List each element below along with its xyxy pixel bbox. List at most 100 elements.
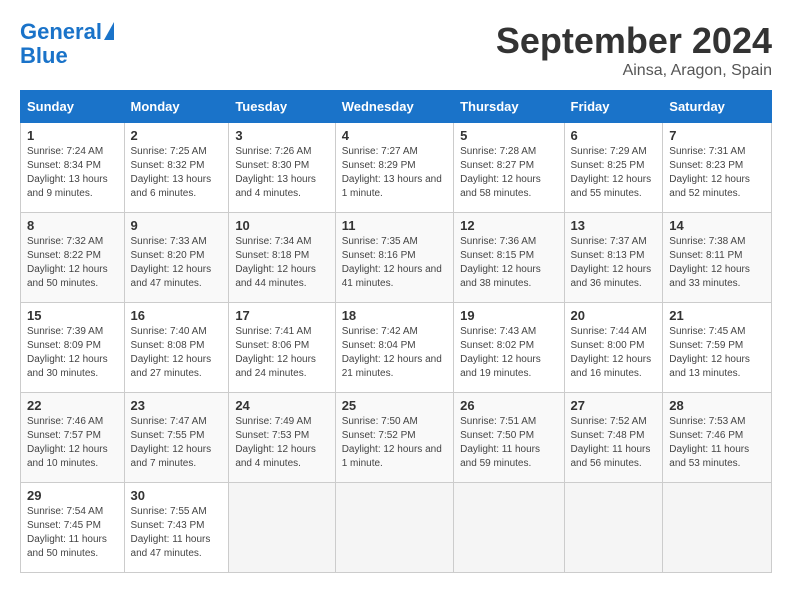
day-info: Sunrise: 7:31 AMSunset: 8:23 PMDaylight:… bbox=[669, 145, 765, 201]
col-header-friday: Friday bbox=[564, 91, 663, 123]
day-number: 15 bbox=[27, 308, 118, 323]
calendar-week-row: 15 Sunrise: 7:39 AMSunset: 8:09 PMDayligh… bbox=[21, 303, 772, 393]
month-title: September 2024 bbox=[496, 20, 772, 62]
day-info: Sunrise: 7:51 AMSunset: 7:50 PMDaylight:… bbox=[460, 415, 557, 471]
day-number: 26 bbox=[460, 398, 557, 413]
calendar-cell: 14Sunrise: 7:38 AMSunset: 8:11 PMDayligh… bbox=[663, 213, 772, 303]
calendar-week-row: 8Sunrise: 7:32 AMSunset: 8:22 PMDaylight… bbox=[21, 213, 772, 303]
day-number: 30 bbox=[131, 488, 223, 503]
calendar-week-row: 29 Sunrise: 7:54 AMSunset: 7:45 PMDayligh… bbox=[21, 483, 772, 573]
day-info: Sunrise: 7:25 AMSunset: 8:32 PMDaylight:… bbox=[131, 145, 223, 201]
day-number: 2 bbox=[131, 128, 223, 143]
day-number: 21 bbox=[669, 308, 765, 323]
day-info: Sunrise: 7:40 AMSunset: 8:08 PMDaylight:… bbox=[131, 325, 223, 381]
day-info: Sunrise: 7:36 AMSunset: 8:15 PMDaylight:… bbox=[460, 235, 557, 291]
logo-arrow-icon bbox=[104, 22, 114, 40]
day-info: Sunrise: 7:47 AMSunset: 7:55 PMDaylight:… bbox=[131, 415, 223, 471]
calendar-cell: 28 Sunrise: 7:53 AMSunset: 7:46 PMDayligh… bbox=[663, 393, 772, 483]
location: Ainsa, Aragon, Spain bbox=[496, 62, 772, 80]
day-number: 25 bbox=[342, 398, 447, 413]
day-number: 29 bbox=[27, 488, 118, 503]
day-info: Sunrise: 7:29 AMSunset: 8:25 PMDaylight:… bbox=[571, 145, 657, 201]
calendar-cell bbox=[663, 483, 772, 573]
calendar-cell: 13 Sunrise: 7:37 AMSunset: 8:13 PMDayligh… bbox=[564, 213, 663, 303]
calendar-cell: 16Sunrise: 7:40 AMSunset: 8:08 PMDayligh… bbox=[124, 303, 229, 393]
calendar-cell bbox=[564, 483, 663, 573]
day-number: 24 bbox=[235, 398, 328, 413]
logo-blue: Blue bbox=[20, 43, 68, 68]
day-info: Sunrise: 7:39 AMSunset: 8:09 PMDaylight:… bbox=[27, 325, 118, 381]
day-info: Sunrise: 7:37 AMSunset: 8:13 PMDaylight:… bbox=[571, 235, 657, 291]
day-number: 7 bbox=[669, 128, 765, 143]
day-info: Sunrise: 7:28 AMSunset: 8:27 PMDaylight:… bbox=[460, 145, 557, 201]
calendar-cell: 21 Sunrise: 7:45 AMSunset: 7:59 PMDayligh… bbox=[663, 303, 772, 393]
calendar-cell: 25 Sunrise: 7:50 AMSunset: 7:52 PMDayligh… bbox=[335, 393, 453, 483]
calendar-cell: 12Sunrise: 7:36 AMSunset: 8:15 PMDayligh… bbox=[454, 213, 564, 303]
logo: General Blue bbox=[20, 20, 114, 68]
day-info: Sunrise: 7:24 AMSunset: 8:34 PMDaylight:… bbox=[27, 145, 118, 201]
day-number: 13 bbox=[571, 218, 657, 233]
calendar-cell: 15 Sunrise: 7:39 AMSunset: 8:09 PMDayligh… bbox=[21, 303, 125, 393]
col-header-saturday: Saturday bbox=[663, 91, 772, 123]
day-number: 28 bbox=[669, 398, 765, 413]
calendar-cell: 24 Sunrise: 7:49 AMSunset: 7:53 PMDayligh… bbox=[229, 393, 335, 483]
page-header: General Blue September 2024 Ainsa, Arago… bbox=[20, 20, 772, 80]
calendar-table: SundayMondayTuesdayWednesdayThursdayFrid… bbox=[20, 90, 772, 573]
calendar-cell: 3 Sunrise: 7:26 AMSunset: 8:30 PMDaylight… bbox=[229, 123, 335, 213]
col-header-tuesday: Tuesday bbox=[229, 91, 335, 123]
calendar-cell: 7 Sunrise: 7:31 AMSunset: 8:23 PMDaylight… bbox=[663, 123, 772, 213]
calendar-cell: 26 Sunrise: 7:51 AMSunset: 7:50 PMDayligh… bbox=[454, 393, 564, 483]
logo-general: General bbox=[20, 19, 102, 44]
calendar-cell: 27 Sunrise: 7:52 AMSunset: 7:48 PMDayligh… bbox=[564, 393, 663, 483]
col-header-monday: Monday bbox=[124, 91, 229, 123]
calendar-cell: 29 Sunrise: 7:54 AMSunset: 7:45 PMDayligh… bbox=[21, 483, 125, 573]
calendar-cell: 22Sunrise: 7:46 AMSunset: 7:57 PMDayligh… bbox=[21, 393, 125, 483]
day-info: Sunrise: 7:44 AMSunset: 8:00 PMDaylight:… bbox=[571, 325, 657, 381]
day-number: 6 bbox=[571, 128, 657, 143]
day-info: Sunrise: 7:38 AMSunset: 8:11 PMDaylight:… bbox=[669, 235, 765, 291]
day-info: Sunrise: 7:49 AMSunset: 7:53 PMDaylight:… bbox=[235, 415, 328, 471]
day-number: 18 bbox=[342, 308, 447, 323]
day-number: 5 bbox=[460, 128, 557, 143]
day-info: Sunrise: 7:32 AMSunset: 8:22 PMDaylight:… bbox=[27, 235, 118, 291]
calendar-cell: 19 Sunrise: 7:43 AMSunset: 8:02 PMDayligh… bbox=[454, 303, 564, 393]
calendar-cell: 20 Sunrise: 7:44 AMSunset: 8:00 PMDayligh… bbox=[564, 303, 663, 393]
day-number: 17 bbox=[235, 308, 328, 323]
day-number: 19 bbox=[460, 308, 557, 323]
day-info: Sunrise: 7:45 AMSunset: 7:59 PMDaylight:… bbox=[669, 325, 765, 381]
day-info: Sunrise: 7:50 AMSunset: 7:52 PMDaylight:… bbox=[342, 415, 447, 471]
day-number: 23 bbox=[131, 398, 223, 413]
day-number: 20 bbox=[571, 308, 657, 323]
calendar-header-row: SundayMondayTuesdayWednesdayThursdayFrid… bbox=[21, 91, 772, 123]
day-info: Sunrise: 7:41 AMSunset: 8:06 PMDaylight:… bbox=[235, 325, 328, 381]
day-number: 22 bbox=[27, 398, 118, 413]
day-info: Sunrise: 7:54 AMSunset: 7:45 PMDaylight:… bbox=[27, 505, 118, 561]
day-info: Sunrise: 7:53 AMSunset: 7:46 PMDaylight:… bbox=[669, 415, 765, 471]
calendar-cell: 23 Sunrise: 7:47 AMSunset: 7:55 PMDayligh… bbox=[124, 393, 229, 483]
calendar-cell bbox=[335, 483, 453, 573]
col-header-sunday: Sunday bbox=[21, 91, 125, 123]
calendar-cell: 9Sunrise: 7:33 AMSunset: 8:20 PMDaylight… bbox=[124, 213, 229, 303]
day-info: Sunrise: 7:35 AMSunset: 8:16 PMDaylight:… bbox=[342, 235, 447, 291]
day-number: 3 bbox=[235, 128, 328, 143]
day-info: Sunrise: 7:42 AMSunset: 8:04 PMDaylight:… bbox=[342, 325, 447, 381]
calendar-cell: 17 Sunrise: 7:41 AMSunset: 8:06 PMDayligh… bbox=[229, 303, 335, 393]
col-header-thursday: Thursday bbox=[454, 91, 564, 123]
calendar-cell: 8Sunrise: 7:32 AMSunset: 8:22 PMDaylight… bbox=[21, 213, 125, 303]
day-info: Sunrise: 7:27 AMSunset: 8:29 PMDaylight:… bbox=[342, 145, 447, 201]
calendar-cell: 6 Sunrise: 7:29 AMSunset: 8:25 PMDaylight… bbox=[564, 123, 663, 213]
calendar-cell bbox=[229, 483, 335, 573]
calendar-cell: 10Sunrise: 7:34 AMSunset: 8:18 PMDayligh… bbox=[229, 213, 335, 303]
calendar-week-row: 1 Sunrise: 7:24 AMSunset: 8:34 PMDaylight… bbox=[21, 123, 772, 213]
day-number: 11 bbox=[342, 218, 447, 233]
calendar-cell: 2 Sunrise: 7:25 AMSunset: 8:32 PMDaylight… bbox=[124, 123, 229, 213]
day-number: 1 bbox=[27, 128, 118, 143]
day-number: 10 bbox=[235, 218, 328, 233]
day-info: Sunrise: 7:33 AMSunset: 8:20 PMDaylight:… bbox=[131, 235, 223, 291]
day-info: Sunrise: 7:52 AMSunset: 7:48 PMDaylight:… bbox=[571, 415, 657, 471]
day-info: Sunrise: 7:43 AMSunset: 8:02 PMDaylight:… bbox=[460, 325, 557, 381]
calendar-week-row: 22Sunrise: 7:46 AMSunset: 7:57 PMDayligh… bbox=[21, 393, 772, 483]
day-info: Sunrise: 7:26 AMSunset: 8:30 PMDaylight:… bbox=[235, 145, 328, 201]
calendar-cell: 4Sunrise: 7:27 AMSunset: 8:29 PMDaylight… bbox=[335, 123, 453, 213]
day-number: 27 bbox=[571, 398, 657, 413]
